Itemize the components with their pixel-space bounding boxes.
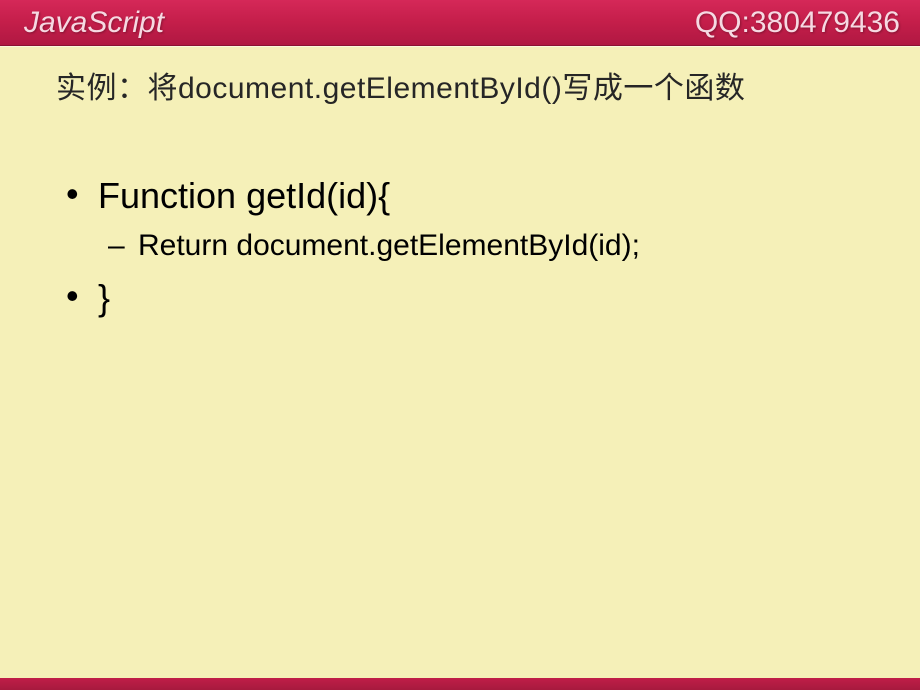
bullet-item: } [60, 277, 920, 319]
slide-footer-bar [0, 678, 920, 690]
slide-content: 实例：将document.getElementById()写成一个函数 Func… [0, 46, 920, 319]
header-qq: QQ:380479436 [695, 6, 900, 40]
bullet-item: Function getId(id){ [60, 175, 920, 217]
header-title: JavaScript [24, 6, 164, 40]
bullet-subitem: Return document.getElementById(id); [60, 229, 920, 263]
slide-header: JavaScript QQ:380479436 [0, 0, 920, 46]
bullet-list: Function getId(id){ Return document.getE… [0, 175, 920, 319]
slide-title: 实例：将document.getElementById()写成一个函数 [0, 63, 920, 107]
